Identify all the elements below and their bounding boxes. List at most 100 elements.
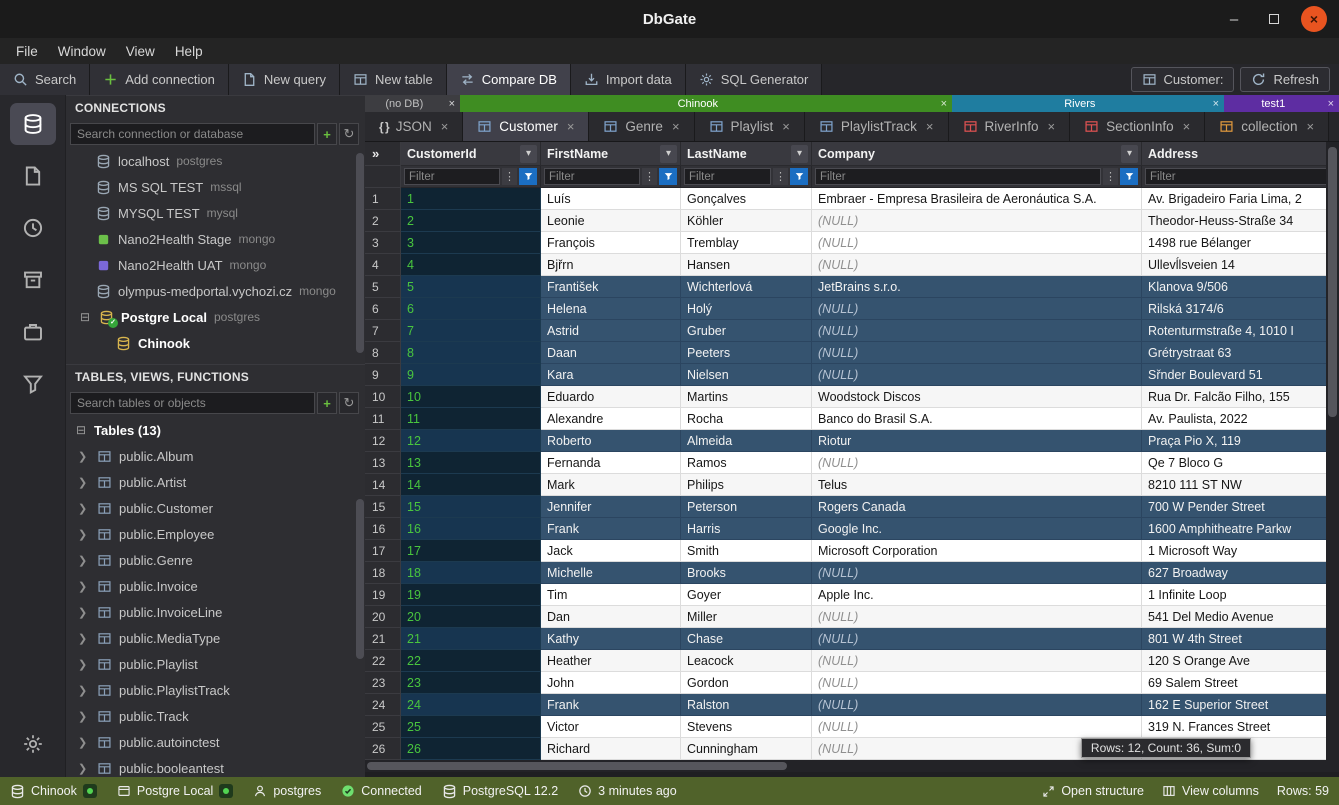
tab-group-close-icon[interactable]: × <box>936 98 952 110</box>
filter-funnel-button[interactable] <box>1120 168 1138 185</box>
grid-cell-lastname[interactable]: Peterson <box>681 496 812 518</box>
connection-postgre-local[interactable]: ⊟✓Postgre Localpostgres <box>66 304 365 330</box>
row-number-cell[interactable]: 19 <box>365 584 401 606</box>
grid-cell-address[interactable]: 541 Del Medio Avenue <box>1142 606 1339 628</box>
filter-funnel-button[interactable] <box>659 168 677 185</box>
toolbar-sql-generator-button[interactable]: SQL Generator <box>686 64 823 95</box>
row-number-cell[interactable]: 1 <box>365 188 401 210</box>
row-number-cell[interactable]: 17 <box>365 540 401 562</box>
grid-cell-company[interactable]: (NULL) <box>812 320 1142 342</box>
toolbar-customer-button[interactable]: Customer: <box>1131 67 1235 92</box>
grid-cell-address[interactable]: 801 W 4th Street <box>1142 628 1339 650</box>
grid-cell-lastname[interactable]: Miller <box>681 606 812 628</box>
row-number-cell[interactable]: 26 <box>365 738 401 760</box>
grid-cell-firstname[interactable]: Alexandre <box>541 408 681 430</box>
rail-briefcase-button[interactable] <box>10 311 56 353</box>
chevron-right-icon[interactable]: ❯ <box>78 580 90 593</box>
grid-cell-address[interactable]: Sřnder Boulevard 51 <box>1142 364 1339 386</box>
grid-cell-lastname[interactable]: Hansen <box>681 254 812 276</box>
menu-view[interactable]: View <box>116 41 165 62</box>
grid-cell-company[interactable]: (NULL) <box>812 650 1142 672</box>
filter-menu-icon[interactable]: ⋮ <box>1103 168 1118 185</box>
tables-group-row[interactable]: ⊟ Tables (13) <box>66 417 365 443</box>
row-number-cell[interactable]: 11 <box>365 408 401 430</box>
row-number-cell[interactable]: 2 <box>365 210 401 232</box>
grid-cell-lastname[interactable]: Ralston <box>681 694 812 716</box>
toolbar-search-button[interactable]: Search <box>0 64 90 95</box>
row-number-cell[interactable]: 21 <box>365 628 401 650</box>
grid-cell-address[interactable]: 1 Infinite Loop <box>1142 584 1339 606</box>
row-number-cell[interactable]: 12 <box>365 430 401 452</box>
grid-cell-firstname[interactable]: Frank <box>541 518 681 540</box>
grid-cell-company[interactable]: Embraer - Empresa Brasileira de Aeronáut… <box>812 188 1142 210</box>
status-view-columns[interactable]: View columns <box>1162 784 1259 798</box>
grid-cell-company[interactable]: (NULL) <box>812 342 1142 364</box>
column-menu-chevron-icon[interactable]: ▾ <box>791 145 808 163</box>
tab-close-icon[interactable]: × <box>1046 119 1056 134</box>
grid-cell-customerid[interactable]: 25 <box>401 716 541 738</box>
grid-cell-customerid[interactable]: 12 <box>401 430 541 452</box>
table-public-track[interactable]: ❯public.Track <box>66 703 365 729</box>
grid-cell-lastname[interactable]: Ramos <box>681 452 812 474</box>
grid-cell-firstname[interactable]: Bjřrn <box>541 254 681 276</box>
grid-cell-firstname[interactable]: John <box>541 672 681 694</box>
grid-cell-company[interactable]: (NULL) <box>812 628 1142 650</box>
tab-playlisttrack[interactable]: PlaylistTrack× <box>805 112 949 141</box>
grid-cell-firstname[interactable]: Kathy <box>541 628 681 650</box>
grid-cell-company[interactable]: (NULL) <box>812 210 1142 232</box>
grid-cell-lastname[interactable]: Tremblay <box>681 232 812 254</box>
grid-cell-company[interactable]: Rogers Canada <box>812 496 1142 518</box>
column-menu-chevron-icon[interactable]: ▾ <box>1121 145 1138 163</box>
grid-cell-customerid[interactable]: 24 <box>401 694 541 716</box>
grid-cell-address[interactable]: 1498 rue Bélanger <box>1142 232 1339 254</box>
connection-mysql-test[interactable]: MYSQL TESTmysql <box>66 200 365 226</box>
grid-cell-lastname[interactable]: Almeida <box>681 430 812 452</box>
tab-close-icon[interactable]: × <box>565 119 575 134</box>
grid-cell-lastname[interactable]: Chase <box>681 628 812 650</box>
grid-cell-firstname[interactable]: Leonie <box>541 210 681 232</box>
grid-cell-firstname[interactable]: Fernanda <box>541 452 681 474</box>
grid-cell-firstname[interactable]: Frank <box>541 694 681 716</box>
table-public-artist[interactable]: ❯public.Artist <box>66 469 365 495</box>
chevron-right-icon[interactable]: ❯ <box>78 658 90 671</box>
grid-cell-address[interactable]: 627 Broadway <box>1142 562 1339 584</box>
grid-cell-lastname[interactable]: Wichterlová <box>681 276 812 298</box>
row-number-cell[interactable]: 18 <box>365 562 401 584</box>
grid-cell-address[interactable]: Rotenturmstraße 4, 1010 I <box>1142 320 1339 342</box>
grid-cell-address[interactable]: 69 Salem Street <box>1142 672 1339 694</box>
grid-cell-company[interactable]: (NULL) <box>812 606 1142 628</box>
row-number-cell[interactable]: 5 <box>365 276 401 298</box>
toolbar-import-data-button[interactable]: Import data <box>571 64 686 95</box>
grid-cell-lastname[interactable]: Gordon <box>681 672 812 694</box>
grid-cell-address[interactable]: Av. Paulista, 2022 <box>1142 408 1339 430</box>
grid-cell-company[interactable]: (NULL) <box>812 672 1142 694</box>
tab-customer[interactable]: Customer× <box>463 112 589 141</box>
grid-cell-company[interactable]: Google Inc. <box>812 518 1142 540</box>
grid-cell-customerid[interactable]: 20 <box>401 606 541 628</box>
menu-help[interactable]: Help <box>165 41 213 62</box>
grid-cell-lastname[interactable]: Gruber <box>681 320 812 342</box>
chevron-right-icon[interactable]: ❯ <box>78 710 90 723</box>
chevron-right-icon[interactable]: ❯ <box>78 476 90 489</box>
grid-cell-customerid[interactable]: 7 <box>401 320 541 342</box>
grid-cell-firstname[interactable]: Mark <box>541 474 681 496</box>
tables-scrollbar-thumb[interactable] <box>356 499 364 659</box>
tab-group-test1[interactable]: test1× <box>1224 95 1339 112</box>
grid-cell-firstname[interactable]: František <box>541 276 681 298</box>
row-number-cell[interactable]: 4 <box>365 254 401 276</box>
grid-cell-lastname[interactable]: Harris <box>681 518 812 540</box>
grid-cell-address[interactable]: Rilská 3174/6 <box>1142 298 1339 320</box>
grid-cell-address[interactable]: Grétrystraat 63 <box>1142 342 1339 364</box>
row-number-cell[interactable]: 24 <box>365 694 401 716</box>
row-number-cell[interactable]: 8 <box>365 342 401 364</box>
filter-input-company[interactable] <box>815 168 1101 185</box>
filter-menu-icon[interactable]: ⋮ <box>502 168 517 185</box>
grid-cell-company[interactable]: Woodstock Discos <box>812 386 1142 408</box>
tab-close-icon[interactable]: × <box>924 119 934 134</box>
rail-settings-button[interactable] <box>10 723 56 765</box>
grid-cell-address[interactable]: 8210 111 ST NW <box>1142 474 1339 496</box>
chevron-right-icon[interactable]: ❯ <box>78 632 90 645</box>
tab-playlist[interactable]: Playlist× <box>695 112 805 141</box>
grid-cell-company[interactable]: (NULL) <box>812 364 1142 386</box>
status-open-structure[interactable]: Open structure <box>1042 784 1144 798</box>
